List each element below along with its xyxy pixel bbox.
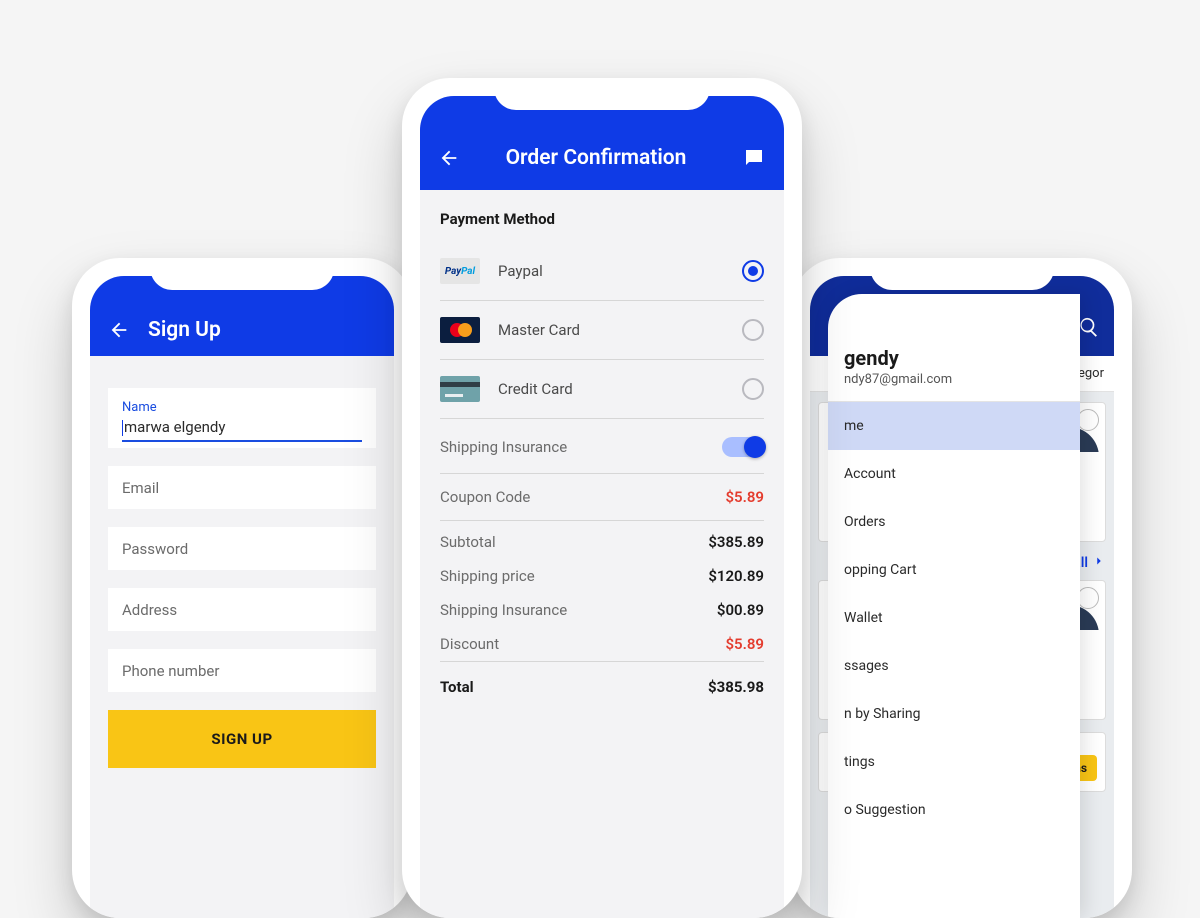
drawer-item-account[interactable]: Account (828, 450, 1080, 498)
password-placeholder: Password (122, 540, 188, 558)
shipping-insurance-toggle[interactable] (722, 437, 764, 457)
page-title: Sign Up (148, 318, 221, 342)
back-arrow-icon[interactable] (438, 147, 460, 169)
payment-label: Paypal (498, 262, 724, 280)
payment-label: Credit Card (498, 380, 724, 398)
phone-notch (150, 258, 334, 290)
address-placeholder: Address (122, 601, 177, 619)
summary-row-subtotal: Subtotal $385.89 (440, 525, 764, 559)
payment-option-creditcard[interactable]: Credit Card (440, 360, 764, 419)
summary-label: Shipping Insurance (440, 601, 567, 619)
payment-option-paypal[interactable]: PayPal Paypal (440, 242, 764, 301)
name-label: Name (122, 400, 362, 415)
summary-row-discount: Discount $5.89 (440, 627, 764, 661)
topbar-order: Order Confirmation (420, 96, 784, 190)
name-field[interactable]: Name marwa elgendy (108, 388, 376, 448)
coupon-value: $5.89 (725, 488, 764, 506)
payment-option-mastercard[interactable]: Master Card (440, 301, 764, 360)
payment-method-title: Payment Method (440, 210, 764, 228)
phone-signup: Sign Up Name marwa elgendy Email Passwor… (72, 258, 412, 918)
phone-placeholder: Phone number (122, 662, 219, 680)
total-value: $385.98 (708, 678, 764, 696)
phone-order-confirmation: Order Confirmation Payment Method PayPal… (402, 78, 802, 918)
chat-icon[interactable] (742, 146, 766, 170)
shipping-insurance-row: Shipping Insurance (440, 419, 764, 474)
radio-unselected[interactable] (742, 378, 764, 400)
address-field[interactable]: Address (108, 588, 376, 631)
summary-row-shipping: Shipping price $120.89 (440, 559, 764, 593)
total-row: Total $385.98 (440, 662, 764, 696)
coupon-row[interactable]: Coupon Code $5.89 (440, 474, 764, 521)
screen-order: Order Confirmation Payment Method PayPal… (420, 96, 784, 918)
password-field[interactable]: Password (108, 527, 376, 570)
back-arrow-icon[interactable] (108, 319, 130, 341)
radio-selected[interactable] (742, 260, 764, 282)
side-drawer: gendy ndy87@gmail.com me Account Orders … (828, 294, 1080, 918)
email-placeholder: Email (122, 479, 159, 497)
drawer-item-home[interactable]: me (828, 402, 1080, 450)
summary-value: $5.89 (725, 635, 764, 653)
radio-unselected[interactable] (742, 319, 764, 341)
screen-menu: ategor v all ns (810, 276, 1114, 918)
summary-value: $00.89 (717, 601, 764, 619)
summary-value: $385.89 (708, 533, 764, 551)
drawer-item-sharing[interactable]: n by Sharing (828, 690, 1080, 738)
profile-email: ndy87@gmail.com (844, 372, 1064, 387)
signup-button[interactable]: SIGN UP (108, 710, 376, 768)
drawer-item-settings[interactable]: tings (828, 738, 1080, 786)
drawer-item-orders[interactable]: Orders (828, 498, 1080, 546)
mastercard-icon (440, 317, 480, 343)
drawer-item-wallet[interactable]: Wallet (828, 594, 1080, 642)
total-label: Total (440, 678, 474, 696)
screen-signup: Sign Up Name marwa elgendy Email Passwor… (90, 276, 394, 918)
creditcard-icon (440, 376, 480, 402)
email-field[interactable]: Email (108, 466, 376, 509)
drawer-item-suggestion[interactable]: o Suggestion (828, 786, 1080, 834)
summary-label: Shipping price (440, 567, 535, 585)
profile-name: gendy (844, 346, 1064, 370)
order-summary: Subtotal $385.89 Shipping price $120.89 … (440, 521, 764, 662)
phone-field[interactable]: Phone number (108, 649, 376, 692)
drawer-item-cart[interactable]: opping Cart (828, 546, 1080, 594)
summary-value: $120.89 (708, 567, 764, 585)
profile-block: gendy ndy87@gmail.com (828, 294, 1080, 402)
search-icon[interactable] (1078, 316, 1100, 342)
phone-menu: ategor v all ns (792, 258, 1132, 918)
signup-form: Name marwa elgendy Email Password Addres… (90, 356, 394, 768)
payment-label: Master Card (498, 321, 724, 339)
name-value: marwa elgendy (122, 418, 226, 436)
paypal-icon: PayPal (440, 258, 480, 284)
coupon-label: Coupon Code (440, 488, 530, 506)
summary-label: Subtotal (440, 533, 496, 551)
summary-label: Discount (440, 635, 499, 653)
page-title: Order Confirmation (468, 146, 724, 170)
order-content: Payment Method PayPal Paypal Master Card… (420, 190, 784, 696)
phone-notch (494, 78, 710, 110)
phone-notch (870, 258, 1054, 290)
drawer-item-messages[interactable]: ssages (828, 642, 1080, 690)
shipping-insurance-label: Shipping Insurance (440, 438, 567, 456)
chevron-right-icon (1092, 554, 1106, 572)
summary-row-insurance: Shipping Insurance $00.89 (440, 593, 764, 627)
